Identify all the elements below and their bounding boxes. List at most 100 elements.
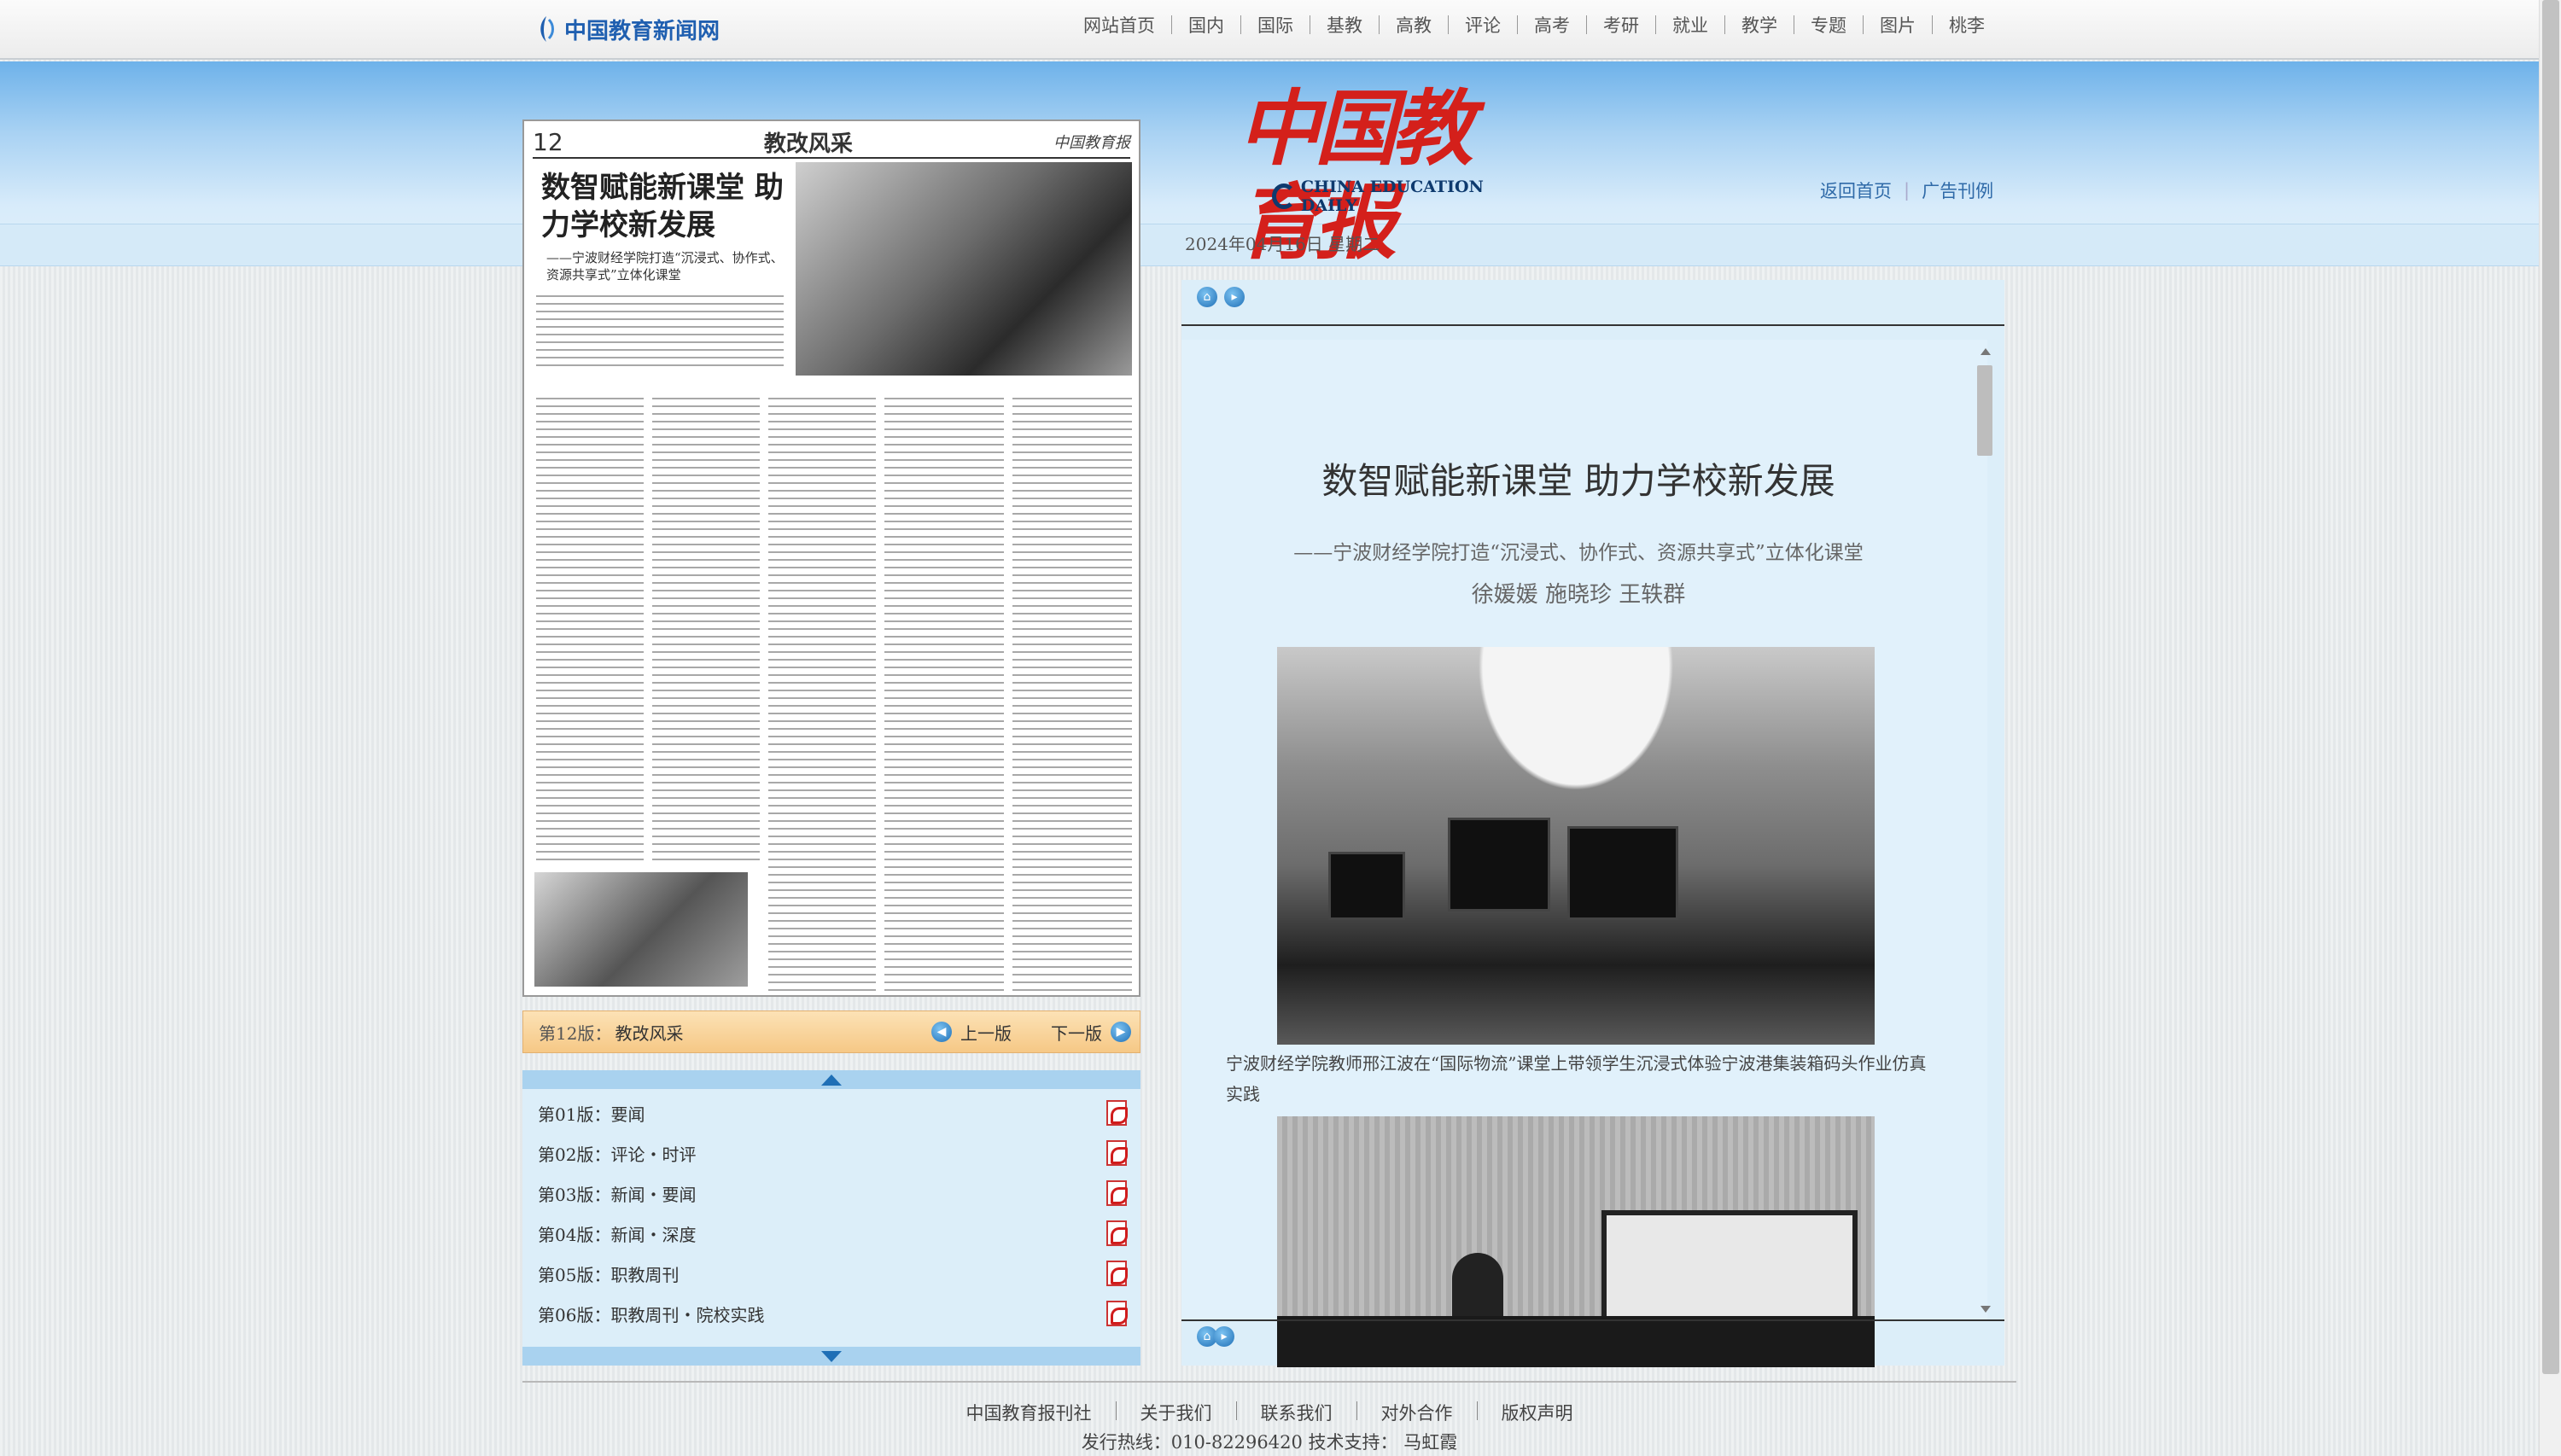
article-scrollbar[interactable] [1975,348,1994,1313]
current-version: 第12版： 教改风采 [539,1020,683,1045]
pdf-icon[interactable] [1106,1140,1128,1166]
version-name: 新闻・要闻 [610,1184,697,1205]
version-label: 第01版： [538,1104,611,1125]
pdf-icon[interactable] [1106,1180,1128,1206]
nav-item[interactable]: 桃李 [1933,12,2001,38]
nav-item[interactable]: 评论 [1449,12,1517,38]
article-title: 数智赋能新课堂 助力学校新发展 [1321,460,1835,502]
footer-link[interactable]: 版权声明 [1478,1400,1597,1425]
toolbar-divider [1181,324,2004,326]
footer-divider [522,1381,2016,1383]
footer-link[interactable]: 对外合作 [1357,1400,1477,1425]
next-version-icon[interactable]: ▶ [1111,1022,1131,1042]
scroll-up-button[interactable] [522,1070,1140,1089]
paper-name: 中国教育报 [1053,134,1130,152]
paper-subhead: ——宁波财经学院打造“沉浸式、协作式、资源共享式”立体化课堂 [546,250,784,282]
masthead-en-text: CHINA EDUCATION DAILY [1300,178,1484,215]
top-nav-bar: 中国教育新闻网 网站首页 国内 国际 基教 高教 评论 高考 考研 就业 教学 专题 图片 桃李 [0,0,2539,60]
triangle-up-icon [821,1074,842,1086]
photo-monitor [1567,826,1678,920]
paper-text-block [884,394,1004,992]
version-name: 新闻・深度 [610,1224,697,1245]
newspaper-page-image[interactable]: 12 教改风采 中国教育报 数智赋能新课堂 助力学校新发展 ——宁波财经学院打造… [522,119,1140,997]
nav-item[interactable]: 考研 [1587,12,1655,38]
footer-links: 中国教育报刊社 关于我们 联系我们 对外合作 版权声明 [0,1400,2539,1425]
article-subtitle: ——宁波财经学院打造“沉浸式、协作式、资源共享式”立体化课堂 [1293,542,1864,564]
photo-caption: 宁波财经学院教师邢江波在“国际物流”课堂上带领学生沉浸式体验宁波港集装箱码头作业… [1226,1053,1927,1104]
version-item[interactable]: 第06版： 职教周刊・院校实践 [538,1296,1128,1331]
site-logo[interactable]: 中国教育新闻网 [535,10,720,48]
prev-version-link[interactable]: 上一版 [960,1020,1012,1045]
current-version-name: 教改风采 [615,1022,684,1044]
logo-mark-icon [540,16,554,42]
version-item[interactable]: 第04版： 新闻・深度 [538,1216,1128,1250]
version-label: 第06版： [538,1304,611,1325]
paper-text-block [1012,394,1132,992]
nav-item[interactable]: 专题 [1794,12,1863,38]
header-link-divider: | [1904,180,1911,201]
footer-link[interactable]: 关于我们 [1117,1400,1236,1425]
issue-date: 2024年04月16日 星期二 [1185,234,1380,254]
article-authors: 徐媛媛 施晓珍 王轶群 [1471,582,1686,608]
nav-item[interactable]: 教学 [1725,12,1794,38]
page-scroll-thumb[interactable] [2542,0,2559,1374]
nav-item[interactable]: 高考 [1518,12,1586,38]
version-label: 第02版： [538,1144,611,1165]
footer-link[interactable]: 联系我们 [1237,1400,1356,1425]
paper-text-block [652,394,760,864]
photo-monitor [1328,852,1405,920]
version-item[interactable]: 第03版： 新闻・要闻 [538,1176,1128,1210]
pdf-icon[interactable] [1106,1261,1128,1286]
main-nav: 网站首页 国内 国际 基教 高教 评论 高考 考研 就业 教学 专题 图片 桃李 [1067,12,2001,38]
version-item[interactable]: 第05版： 职教周刊 [538,1256,1128,1290]
masthead-c-icon [1272,183,1296,209]
nav-item[interactable]: 网站首页 [1067,12,1171,38]
page-scrollbar[interactable] [2539,0,2561,1456]
paper-text-block [768,394,876,992]
article-photo [1277,647,1875,1045]
nav-item[interactable]: 国际 [1241,12,1310,38]
version-name: 职教周刊・院校实践 [610,1304,765,1325]
next-version-link[interactable]: 下一版 [1051,1020,1102,1045]
version-name: 职教周刊 [610,1264,680,1285]
paper-page-number: 12 [533,127,563,156]
version-list: 第01版： 要闻 第02版： 评论・时评 第03版： 新闻・要闻 第04版： 新闻・深度 第05… [522,1070,1140,1366]
footer-info: 发行热线：010-82296420 技术支持： 马虹霞 [1081,1432,1458,1453]
paper-headline: 数智赋能新课堂 助力学校新发展 [541,171,784,242]
article-bottom-toolbar: ⌂ ▸ [1197,1326,1234,1347]
version-item[interactable]: 第01版： 要闻 [538,1096,1128,1130]
version-pager: ◀ 上一版 下一版 ▶ [931,1020,1131,1045]
triangle-down-icon [821,1350,842,1362]
scroll-down-button[interactable] [522,1347,1140,1366]
current-version-bar: 第12版： 教改风采 ◀ 上一版 下一版 ▶ [522,1010,1140,1053]
pdf-icon[interactable] [1106,1100,1128,1126]
nav-item[interactable]: 国内 [1172,12,1240,38]
nav-item[interactable]: 基教 [1310,12,1379,38]
scroll-up-arrow-icon[interactable] [1981,348,1991,355]
scroll-down-arrow-icon[interactable] [1981,1306,1991,1313]
pdf-icon[interactable] [1106,1220,1128,1246]
article-scroll-thumb[interactable] [1977,365,1992,456]
version-label: 第05版： [538,1264,611,1285]
footer-link[interactable]: 中国教育报刊社 [942,1400,1116,1425]
nav-item[interactable]: 高教 [1380,12,1448,38]
photo-monitor [1448,818,1550,911]
paper-photo [796,162,1132,376]
paper-section-title: 教改风采 [763,131,853,157]
paper-header: 12 教改风采 中国教育报 [533,126,1130,159]
ad-rates-link[interactable]: 广告刊例 [1922,178,1993,203]
article-panel: ⌂ ▸ 数智赋能新课堂 助力学校新发展 ——宁波财经学院打造“沉浸式、协作式、资… [1181,280,2004,1367]
next-article-icon[interactable]: ▸ [1214,1326,1234,1347]
version-item[interactable]: 第02版： 评论・时评 [538,1136,1128,1170]
return-home-link[interactable]: 返回首页 [1820,178,1892,203]
prev-version-icon[interactable]: ◀ [931,1022,952,1042]
version-name: 评论・时评 [610,1144,697,1165]
article-photo-2 [1277,1116,1875,1367]
nav-item[interactable]: 就业 [1656,12,1724,38]
pdf-icon[interactable] [1106,1301,1128,1326]
nav-item[interactable]: 图片 [1864,12,1932,38]
next-article-icon[interactable]: ▸ [1224,287,1245,307]
masthead-logo: 中国教育报 CHINA EDUCATION DAILY [1238,82,1520,270]
bottom-toolbar-divider [1181,1319,2004,1321]
home-icon[interactable]: ⌂ [1197,287,1217,307]
